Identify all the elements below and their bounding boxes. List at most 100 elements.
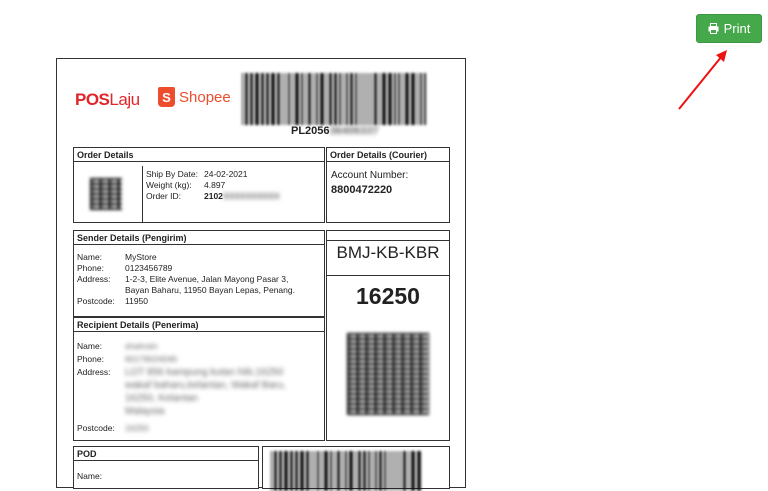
barcode-bar [329, 73, 332, 125]
barcode-bar [379, 73, 380, 125]
barcode-bar [337, 451, 340, 491]
barcode-bar [301, 73, 303, 125]
barcode-bar [314, 451, 315, 491]
barcode-bar [394, 451, 395, 491]
sender-postcode: 11950 [125, 296, 149, 306]
barcode-bar [382, 73, 386, 125]
barcode-bar [391, 451, 392, 491]
barcode-bar [292, 73, 293, 125]
courier-details-box: Order Details (Courier) Account Number: … [326, 147, 450, 223]
barcode-bar [405, 73, 409, 125]
barcode-bar [277, 73, 280, 125]
barcode-bar [411, 73, 415, 125]
barcode-bar [242, 73, 243, 125]
barcode-bar [420, 73, 422, 125]
barcode-bar [403, 451, 406, 491]
barcode-bar [250, 73, 253, 125]
barcode-bar [255, 73, 259, 125]
barcode-bar [343, 73, 344, 125]
barcode-bar [271, 73, 275, 125]
barcode-bar [397, 451, 398, 491]
barcode-bar [346, 73, 348, 125]
account-number: 8800472220 [331, 184, 393, 196]
barcode-bar [339, 73, 341, 125]
barcode-bar [355, 73, 357, 125]
barcode-bar [334, 73, 337, 125]
barcode-bar [349, 451, 353, 491]
order-id: 2102XXXXXXXXXX [204, 191, 280, 201]
recipient-name: shahrain [125, 341, 158, 351]
sender-name: MyStore [125, 252, 157, 262]
barcode-bar [362, 73, 363, 125]
barcode-bar [372, 451, 373, 491]
barcode-bar [261, 73, 264, 125]
routing-box: BMJ-KB-KBR 16250 [326, 230, 450, 441]
barcode-bar [274, 451, 277, 491]
barcode-bar [266, 73, 269, 125]
barcode-bar [308, 73, 311, 125]
barcode-bar [398, 73, 400, 125]
barcode-bar [326, 73, 327, 125]
pod-barcode-box [262, 446, 450, 491]
routing-postcode: 16250 [356, 283, 420, 309]
barcode-bar [371, 73, 372, 125]
pod-header: POD [74, 447, 258, 461]
barcode-bar [295, 73, 299, 125]
barcode-bar [282, 73, 283, 125]
barcode-bar [363, 451, 366, 491]
recipient-phone: 60179024046 [125, 354, 178, 364]
sender-details-header: Sender Details (Pengirim) [74, 231, 324, 245]
barcode-bar [330, 451, 332, 491]
barcode-bar [245, 73, 248, 125]
printer-icon [708, 23, 719, 34]
barcode-bar [321, 451, 322, 491]
barcode-bar [424, 73, 426, 125]
shopee-bag-icon: S [158, 87, 175, 107]
routing-qr-code [347, 333, 429, 415]
pod-box: POD Name: [73, 446, 259, 489]
barcode-bar [305, 73, 306, 125]
barcode-bar [311, 451, 312, 491]
barcode-bar [342, 451, 343, 491]
sender-phone: 0123456789 [125, 263, 173, 273]
barcode-bar [411, 451, 415, 491]
courier-details-header: Order Details (Courier) [327, 148, 449, 162]
barcode-bar [295, 451, 298, 491]
order-details-box: Order Details Ship By Date: 24-02-2021 We… [73, 147, 325, 223]
pod-barcode [271, 451, 443, 491]
barcode-bar [288, 73, 290, 125]
ship-by-date: 24-02-2021 [204, 169, 248, 179]
sender-address: 1-2-3, Elite Avenue, Jalan Mayong Pasar … [125, 274, 295, 295]
barcode-bar [417, 73, 418, 125]
barcode-bar [324, 451, 328, 491]
barcode-bar [317, 451, 319, 491]
barcode-bar [388, 451, 389, 491]
barcode-bar [359, 73, 360, 125]
recipient-postcode: 16250 [125, 423, 149, 433]
barcode-bar [306, 451, 309, 491]
barcode-bar [400, 451, 401, 491]
barcode-bar [355, 451, 356, 491]
tracking-barcode [242, 73, 450, 125]
barcode-bar [271, 451, 272, 491]
barcode-bar [388, 73, 392, 125]
print-button[interactable]: Print [696, 14, 762, 43]
barcode-bar [394, 73, 396, 125]
barcode-bar [350, 73, 353, 125]
barcode-bar [316, 73, 318, 125]
barcode-bar [375, 451, 377, 491]
barcode-bar [320, 73, 324, 125]
barcode-bar [402, 73, 403, 125]
shipping-label: POSLaju S Shopee PL205636406337 Order De… [56, 58, 466, 491]
barcode-bar [368, 73, 369, 125]
barcode-bar [285, 73, 286, 125]
barcode-bar [374, 73, 377, 125]
weight-value: 4.897 [204, 180, 226, 190]
barcode-bar [417, 451, 421, 491]
routing-code: BMJ-KB-KBR [336, 243, 440, 262]
recipient-details-header: Recipient Details (Penerima) [74, 318, 324, 332]
barcode-bar [290, 451, 293, 491]
barcode-bar [284, 451, 288, 491]
sender-details-box: Sender Details (Pengirim) Name: MyStore P… [73, 230, 325, 317]
barcode-bar [368, 451, 370, 491]
